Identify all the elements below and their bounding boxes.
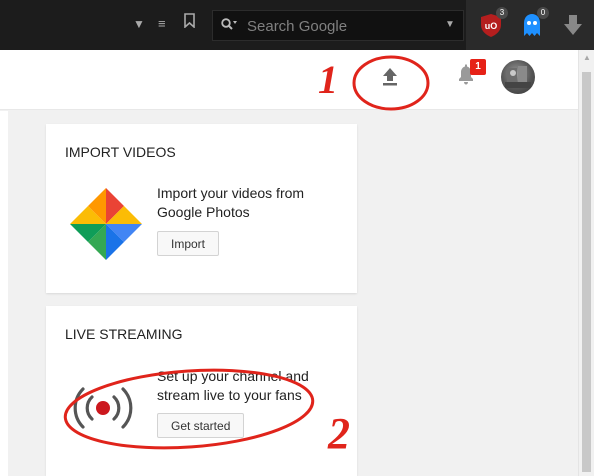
card-description: Import your videos from Google Photos (157, 185, 305, 220)
ghost-icon[interactable]: 0 (519, 7, 549, 38)
annotation-number-1: 1 (318, 57, 338, 102)
search-input[interactable] (247, 15, 417, 37)
avatar[interactable] (501, 60, 535, 94)
browser-toolbar: ▼ ≡ ▼ uO 3 0 (0, 0, 594, 50)
card-title: LIVE STREAMING (65, 326, 183, 342)
upload-arrow-icon (383, 68, 397, 86)
dropdown-arrow-icon[interactable]: ▼ (133, 17, 145, 31)
download-arrow-icon[interactable] (560, 12, 588, 38)
import-videos-card: IMPORT VIDEOS Import your videos from Go… (46, 124, 357, 293)
reader-mode-icon[interactable]: ≡ (158, 16, 166, 31)
ghost-badge: 0 (537, 7, 549, 19)
search-engine-dropdown-icon[interactable]: ▼ (445, 19, 455, 30)
ublock-icon[interactable]: uO 3 (478, 7, 508, 38)
annotation-number-2: 2 (328, 409, 350, 458)
google-photos-icon (66, 184, 146, 264)
site-header: 1 (0, 50, 578, 110)
ublock-badge: 3 (496, 7, 508, 19)
search-box[interactable]: ▼ (212, 10, 464, 41)
notification-count-badge: 1 (470, 59, 486, 75)
scrollbar[interactable]: ▲ (578, 50, 594, 476)
import-button[interactable]: Import (157, 231, 220, 256)
scrollbar-thumb[interactable] (582, 72, 591, 472)
live-stream-icon (68, 378, 138, 438)
svg-text:uO: uO (485, 21, 498, 31)
live-streaming-card: LIVE STREAMING Set up your channel and s… (46, 306, 357, 476)
sidebar-edge (0, 111, 8, 476)
search-icon (221, 18, 239, 35)
upload-button[interactable] (377, 62, 403, 88)
bookmark-icon[interactable] (184, 13, 195, 31)
card-description: Set up your channel and stream live to y… (157, 368, 309, 403)
get-started-button[interactable]: Get started (157, 413, 245, 438)
card-title: IMPORT VIDEOS (65, 144, 176, 160)
scroll-up-arrow-icon[interactable]: ▲ (583, 53, 591, 62)
